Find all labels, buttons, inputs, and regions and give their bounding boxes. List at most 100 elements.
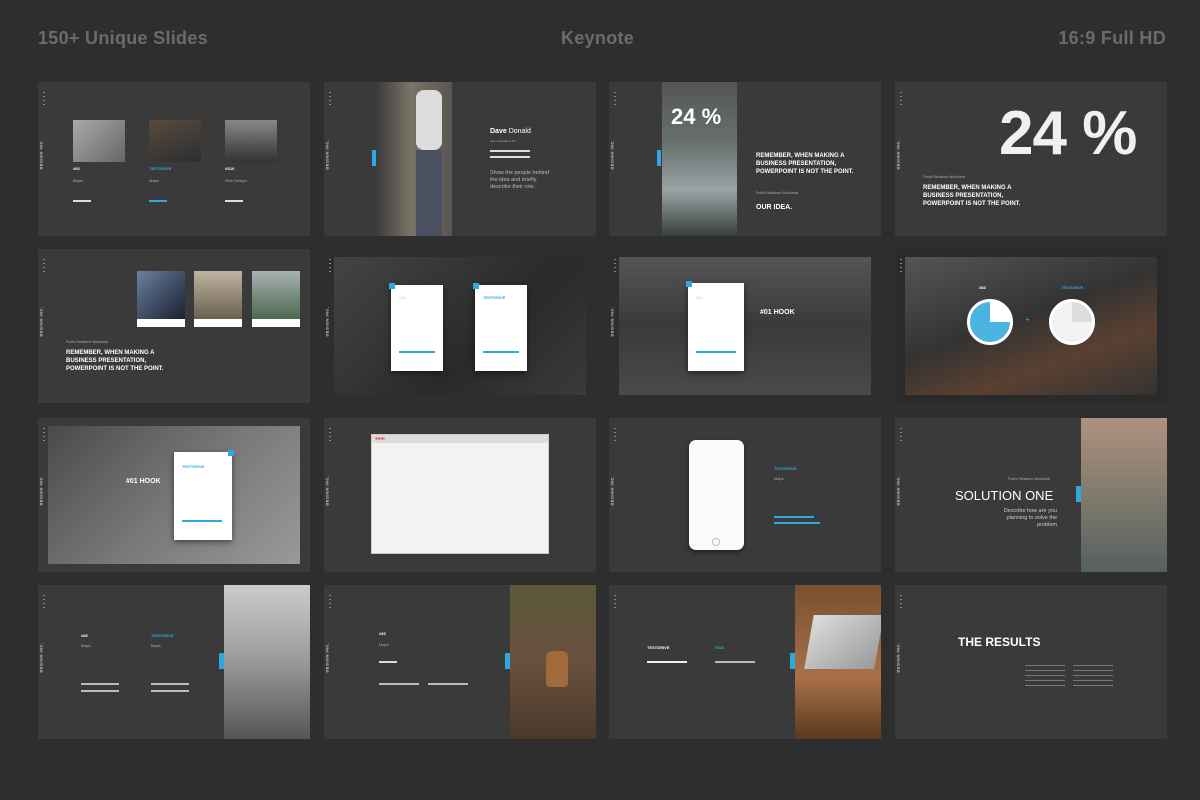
- slide-12[interactable]: DESIGN INC. Public Relations Worldwide S…: [895, 418, 1167, 572]
- card-tab: [473, 283, 479, 289]
- progress-bar: [428, 683, 468, 685]
- hook-title: #01 HOOK: [760, 309, 795, 316]
- slide-10[interactable]: DESIGN INC.: [324, 418, 596, 572]
- col-a-sub: Maps: [81, 643, 91, 648]
- header-center: Keynote: [561, 28, 635, 48]
- slide-11[interactable]: DESIGN INC. TESTDRIVE Maps: [609, 418, 881, 572]
- item-sub-1: Maps: [73, 178, 83, 183]
- statement-sub: Public Relations Worldwide: [756, 191, 799, 195]
- card-bar: [483, 351, 519, 353]
- card-title: TESTDRIVE: [182, 464, 205, 469]
- laptop-figure: [804, 615, 881, 669]
- nav-dots: [329, 595, 331, 609]
- item-num-2: TESTDRIVE: [149, 166, 172, 171]
- window-buttons: [375, 437, 385, 440]
- brand-vertical: DESIGN INC.: [38, 642, 44, 673]
- brand-vertical: DESIGN INC.: [609, 306, 615, 337]
- city-photo: [619, 257, 871, 395]
- underline: [73, 200, 91, 202]
- person-role: user interface & FX: [490, 139, 516, 143]
- solution-desc: Describe how are you planning to solve t…: [1003, 508, 1057, 528]
- accent-marker: [790, 653, 795, 669]
- plus-icon: +: [1025, 315, 1030, 324]
- slide-3[interactable]: DESIGN INC. 24 % REMEMBER, WHEN MAKING A…: [609, 82, 881, 236]
- fox-figure: [546, 651, 568, 687]
- chart-label-a: #83: [979, 285, 986, 290]
- accent-marker: [505, 653, 510, 669]
- city-photo: [224, 585, 310, 739]
- card-title: #83: [696, 295, 703, 300]
- brand-vertical: DESIGN INC.: [895, 642, 901, 673]
- phone-mockup: [689, 440, 744, 550]
- slide-9[interactable]: DESIGN INC. #01 HOOK TESTDRIVE: [38, 418, 310, 572]
- progress-bar: [647, 661, 687, 663]
- nav-dots: [614, 92, 616, 106]
- nav-dots: [900, 259, 902, 273]
- brand-vertical: DESIGN INC.: [324, 642, 330, 673]
- nav-dots: [43, 428, 45, 442]
- progress-bar: [81, 690, 119, 692]
- slide-8[interactable]: #83 TESTDRIVE +: [895, 249, 1167, 403]
- col-b-title: TESTDRIVE: [151, 633, 174, 638]
- solution-title: SOLUTION ONE: [955, 488, 1054, 503]
- brand-vertical: DESIGN INC.: [38, 475, 44, 506]
- underline: [149, 200, 167, 202]
- slide-1[interactable]: DESIGN INC. #83 TESTDRIVE #S10 Maps Maps…: [38, 82, 310, 236]
- slide-4[interactable]: DESIGN INC. 24 % Public Relations Worldw…: [895, 82, 1167, 236]
- statement-text: REMEMBER, WHEN MAKING A BUSINESS PRESENT…: [923, 185, 1021, 207]
- accent-marker: [219, 653, 224, 669]
- brand-vertical: DESIGN INC.: [609, 139, 615, 170]
- slide-16[interactable]: DESIGN INC. THE RESULTS: [895, 585, 1167, 739]
- person-jeans: [416, 150, 442, 236]
- nav-dots: [614, 595, 616, 609]
- card-bar: [696, 351, 736, 353]
- slide-13[interactable]: DESIGN INC. #83 TESTDRIVE Maps Maps: [38, 585, 310, 739]
- statement-sub: Public Relations Worldwide: [923, 175, 966, 179]
- percent-large: 24 %: [999, 99, 1137, 168]
- nav-dots: [43, 259, 45, 273]
- results-title: THE RESULTS: [958, 635, 1041, 649]
- card-tab: [686, 281, 692, 287]
- slide-2[interactable]: DESIGN INC. Dave Donald user interface &…: [324, 82, 596, 236]
- brand-vertical: DESIGN INC.: [895, 139, 901, 170]
- slide-15[interactable]: TESTDRIVE #S10: [609, 585, 881, 739]
- chart-label-b: TESTDRIVE: [1061, 285, 1084, 290]
- col-b-title: #S10: [715, 645, 725, 650]
- card-1: #83: [389, 283, 443, 371]
- accent-marker: [1076, 486, 1081, 502]
- item-num-1: #83: [73, 166, 80, 171]
- progress-bar: [81, 683, 119, 685]
- results-column: [1025, 665, 1065, 687]
- nav-dots: [614, 428, 616, 442]
- card-bar: [399, 351, 435, 353]
- statement-text: REMEMBER, WHEN MAKING A BUSINESS PRESENT…: [66, 350, 164, 372]
- progress-bar: [151, 683, 189, 685]
- solution-sub: Public Relations Worldwide: [1008, 477, 1051, 481]
- nav-dots: [900, 428, 902, 442]
- item-sub: Maps: [379, 642, 389, 647]
- card-bar: [182, 520, 222, 522]
- last-name: Donald: [508, 128, 531, 135]
- hook-title: #01 HOOK: [126, 478, 161, 485]
- slide-7[interactable]: DESIGN INC. #83 #01 HOOK: [609, 249, 881, 403]
- card: TESTDRIVE: [174, 450, 234, 540]
- slide-5[interactable]: DESIGN INC. Public Relations Worldwide R…: [38, 249, 310, 403]
- brand-vertical: DESIGN INC.: [38, 139, 44, 170]
- nav-dots: [329, 92, 331, 106]
- header-right: 16:9 Full HD: [1058, 28, 1166, 48]
- statement-sub: Public Relations Worldwide: [66, 340, 109, 344]
- card-title: TESTDRIVE: [483, 295, 506, 300]
- slide-14[interactable]: DESIGN INC. #83 Maps: [324, 585, 596, 739]
- phone-home-button: [712, 538, 720, 546]
- progress-bar: [151, 690, 189, 692]
- progress-bar: [774, 522, 820, 524]
- desk-photo: [905, 257, 1157, 395]
- photo-3: [225, 120, 277, 162]
- photo-1: [137, 271, 185, 327]
- forest-photo: [1081, 418, 1167, 572]
- slide-6[interactable]: DESIGN INC. #83 TESTDRIVE: [324, 249, 596, 403]
- brand-vertical: DESIGN INC.: [324, 306, 330, 337]
- our-idea: OUR IDEA.: [756, 204, 793, 211]
- photo-3: [252, 271, 300, 327]
- statement-text: REMEMBER, WHEN MAKING A BUSINESS PRESENT…: [756, 153, 854, 175]
